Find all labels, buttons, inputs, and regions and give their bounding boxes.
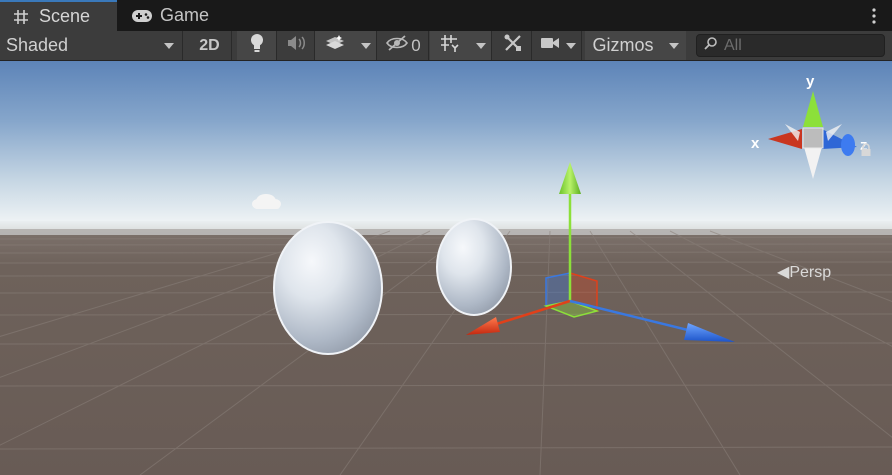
- projection-label: Persp: [789, 264, 832, 281]
- lock-icon[interactable]: [860, 143, 872, 157]
- gizmo-y-label: y: [806, 73, 815, 90]
- tab-scene-label: Scene: [39, 6, 91, 26]
- scene-toolbar: Shaded 2D 0 Gizmos All: [0, 31, 892, 61]
- eye-hidden-icon: [386, 35, 409, 56]
- tools-icon: [503, 33, 523, 58]
- audio-toggle-button[interactable]: [277, 31, 315, 60]
- camera-settings-button[interactable]: [534, 31, 582, 60]
- scene-canvas[interactable]: [0, 61, 892, 475]
- shading-mode-label: Shaded: [6, 35, 69, 55]
- gizmos-toggle-button[interactable]: Gizmos: [585, 31, 661, 60]
- effects-toggle-button[interactable]: [315, 31, 355, 60]
- shading-mode-dropdown[interactable]: Shaded: [0, 31, 183, 60]
- chevron-down-icon: [565, 42, 576, 49]
- toggle-2d-label: 2D: [199, 36, 220, 54]
- lighting-toggle-button[interactable]: [237, 31, 277, 60]
- projection-toggle[interactable]: ◀Persp: [777, 262, 831, 282]
- tools-toggle-button[interactable]: [494, 31, 532, 60]
- more-options-icon[interactable]: [866, 6, 882, 26]
- chevron-down-icon: [360, 42, 371, 49]
- scene-grid-icon: [10, 6, 32, 28]
- grid-toggle-button[interactable]: [430, 31, 470, 60]
- horizon-haze: [0, 221, 892, 235]
- camera-icon: [540, 36, 560, 55]
- tab-game[interactable]: Game: [121, 0, 231, 31]
- sphere-object-2[interactable]: [436, 218, 512, 316]
- tab-game-label: Game: [160, 5, 210, 25]
- gizmo-center-cube[interactable]: [802, 127, 824, 149]
- search-icon: [704, 36, 718, 55]
- hidden-objects-toggle[interactable]: 0: [379, 31, 429, 60]
- chevron-down-icon: [164, 42, 174, 49]
- chevron-down-icon: [475, 42, 486, 49]
- toggle-2d-button[interactable]: 2D: [188, 31, 232, 60]
- tab-scene[interactable]: Scene: [0, 0, 117, 31]
- gizmos-label: Gizmos: [592, 35, 654, 55]
- grid-dropdown-button[interactable]: [470, 31, 492, 60]
- gamepad-icon: [131, 5, 153, 27]
- hierarchy-search-field[interactable]: [696, 34, 885, 57]
- grid-icon: [440, 34, 460, 57]
- scene-viewport[interactable]: y x z ◀Persp: [0, 61, 892, 475]
- arrow-left-icon: ◀: [777, 264, 790, 281]
- sphere-object-1[interactable]: [273, 221, 383, 355]
- hidden-objects-count: 0: [411, 35, 421, 55]
- search-input[interactable]: [724, 36, 874, 55]
- scene-view-window: Scene Game Shaded 2D 0 Gizmos All y x z …: [0, 0, 892, 475]
- lightbulb-icon: [250, 33, 264, 58]
- effects-layers-icon: [324, 34, 346, 57]
- gizmos-dropdown-button[interactable]: [661, 31, 686, 60]
- chevron-down-icon: [668, 42, 679, 49]
- speaker-icon: [286, 35, 306, 56]
- gizmo-x-label: x: [751, 135, 760, 152]
- effects-dropdown-button[interactable]: [355, 31, 377, 60]
- tab-bar: Scene Game: [0, 0, 892, 31]
